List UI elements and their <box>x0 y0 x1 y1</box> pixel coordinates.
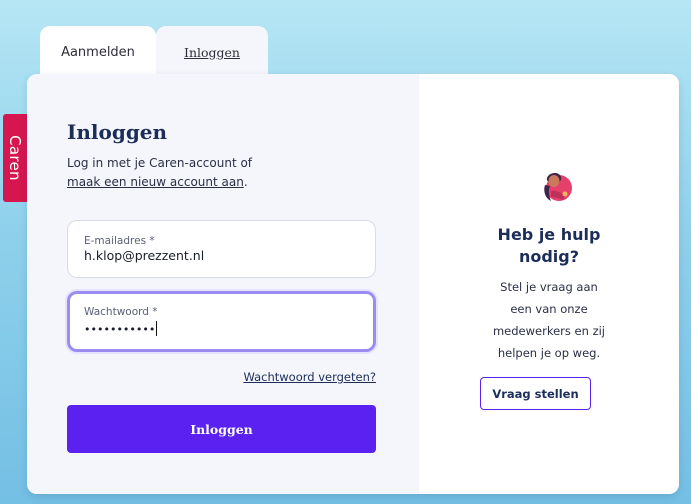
help-panel: Heb je hulp nodig? Stel je vraag aan een… <box>419 74 679 494</box>
email-input[interactable]: h.klop@prezzent.nl <box>84 248 359 263</box>
forgot-password-link[interactable]: Wachtwoord vergeten? <box>243 370 376 384</box>
tab-aanmelden[interactable]: Aanmelden <box>40 26 156 76</box>
help-text-line-3: medewerkers en zij <box>492 324 605 338</box>
help-title: Heb je hulp nodig? <box>419 224 679 268</box>
email-label: E-mailadres * <box>84 235 155 247</box>
ask-question-button[interactable]: Vraag stellen <box>480 377 591 410</box>
password-mask: ••••••••••• <box>84 323 156 336</box>
help-text: Stel je vraag aan een van onze medewerke… <box>459 276 639 364</box>
intro-text: Log in met je Caren-account of <box>67 156 253 170</box>
password-label: Wachtwoord * <box>84 306 158 318</box>
create-account-link[interactable]: maak een nieuw account aan <box>67 175 244 189</box>
help-title-line-1: Heb je hulp <box>497 225 601 244</box>
page-title: Inloggen <box>67 120 168 144</box>
help-title-line-2: nodig? <box>518 247 580 266</box>
login-submit-button[interactable]: Inloggen <box>67 405 376 453</box>
auth-card: Inloggen Log in met je Caren-account of … <box>27 74 679 494</box>
text-caret <box>156 321 158 336</box>
caren-brand-tab[interactable]: Caren <box>3 114 27 202</box>
support-person-icon <box>544 172 572 201</box>
brand-label: Caren <box>6 135 24 181</box>
tab-aanmelden-label: Aanmelden <box>61 45 135 60</box>
email-field[interactable]: E-mailadres * h.klop@prezzent.nl <box>67 220 376 278</box>
password-field[interactable]: Wachtwoord * ••••••••••• <box>67 291 376 352</box>
help-text-line-2: een van onze <box>510 302 588 316</box>
login-panel: Inloggen Log in met je Caren-account of … <box>27 74 419 494</box>
help-text-line-1: Stel je vraag aan <box>500 280 598 294</box>
tab-inloggen[interactable]: Inloggen <box>156 26 268 76</box>
tab-inloggen-label: Inloggen <box>184 45 240 60</box>
intro-suffix: . <box>243 175 248 189</box>
password-input[interactable]: ••••••••••• <box>84 321 359 336</box>
login-intro: Log in met je Caren-account of maak een … <box>67 154 307 192</box>
help-text-line-4: helpen je op weg. <box>497 346 601 360</box>
